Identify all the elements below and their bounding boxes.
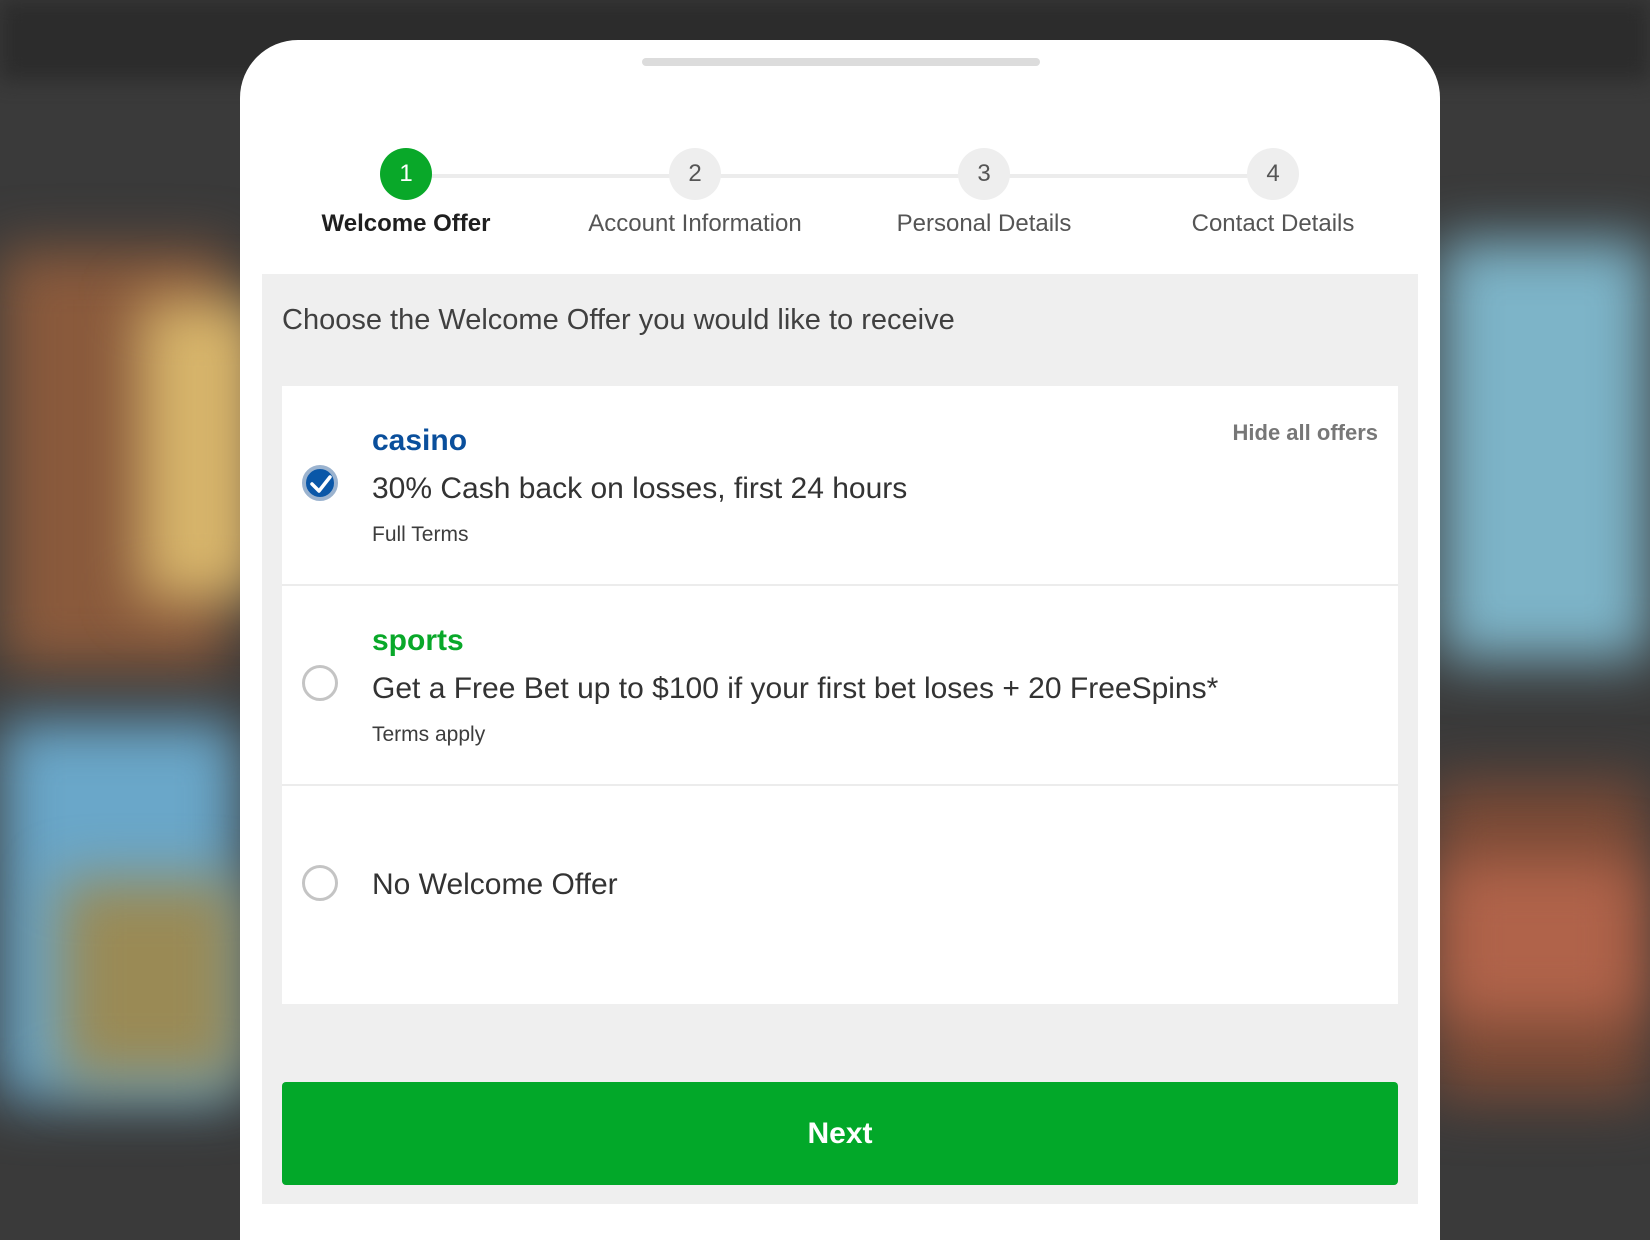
step-welcome-offer: 1 Welcome Offer (261, 148, 551, 238)
offer-radio-casino[interactable] (302, 465, 338, 501)
offer-casino[interactable]: casino 30% Cash back on losses, first 24… (282, 386, 1398, 586)
offer-brand-casino: casino (372, 424, 468, 457)
step-label: Contact Details (1191, 210, 1355, 237)
step-label: Personal Details (896, 210, 1072, 237)
drag-handle[interactable] (642, 58, 1040, 66)
offer-list: casino 30% Cash back on losses, first 24… (282, 386, 1398, 1004)
offer-radio-sports[interactable] (302, 665, 338, 701)
welcome-offer-panel: Choose the Welcome Offer you would like … (262, 274, 1418, 1204)
registration-sheet: 1 Welcome Offer 2 Account Information 3 … (240, 40, 1440, 1240)
offer-description: 30% Cash back on losses, first 24 hours (372, 472, 908, 505)
offer-radio-none[interactable] (302, 865, 338, 901)
step-label: Account Information (588, 210, 802, 237)
step-personal-details: 3 Personal Details (839, 148, 1129, 238)
step-number: 4 (1247, 148, 1299, 200)
checkmark-icon (310, 475, 332, 493)
offer-description: Get a Free Bet up to $100 if your first … (372, 672, 1219, 705)
step-number: 2 (669, 148, 721, 200)
step-number: 3 (958, 148, 1010, 200)
step-number: 1 (380, 148, 432, 200)
full-terms-link[interactable]: Full Terms (372, 523, 468, 547)
offer-description: No Welcome Offer (372, 868, 618, 901)
offer-instruction: Choose the Welcome Offer you would like … (282, 304, 955, 336)
terms-apply-link[interactable]: Terms apply (372, 723, 485, 747)
registration-stepper: 1 Welcome Offer 2 Account Information 3 … (240, 148, 1440, 258)
step-contact-details: 4 Contact Details (1128, 148, 1418, 238)
hide-all-offers-link[interactable]: Hide all offers (1233, 420, 1378, 446)
offer-sports[interactable]: sports Get a Free Bet up to $100 if your… (282, 586, 1398, 786)
step-label: Welcome Offer (321, 210, 491, 237)
step-account-information: 2 Account Information (550, 148, 840, 238)
next-button[interactable]: Next (282, 1082, 1398, 1185)
offer-none[interactable]: No Welcome Offer (282, 786, 1398, 1004)
offer-brand-sports: sports (372, 624, 464, 657)
